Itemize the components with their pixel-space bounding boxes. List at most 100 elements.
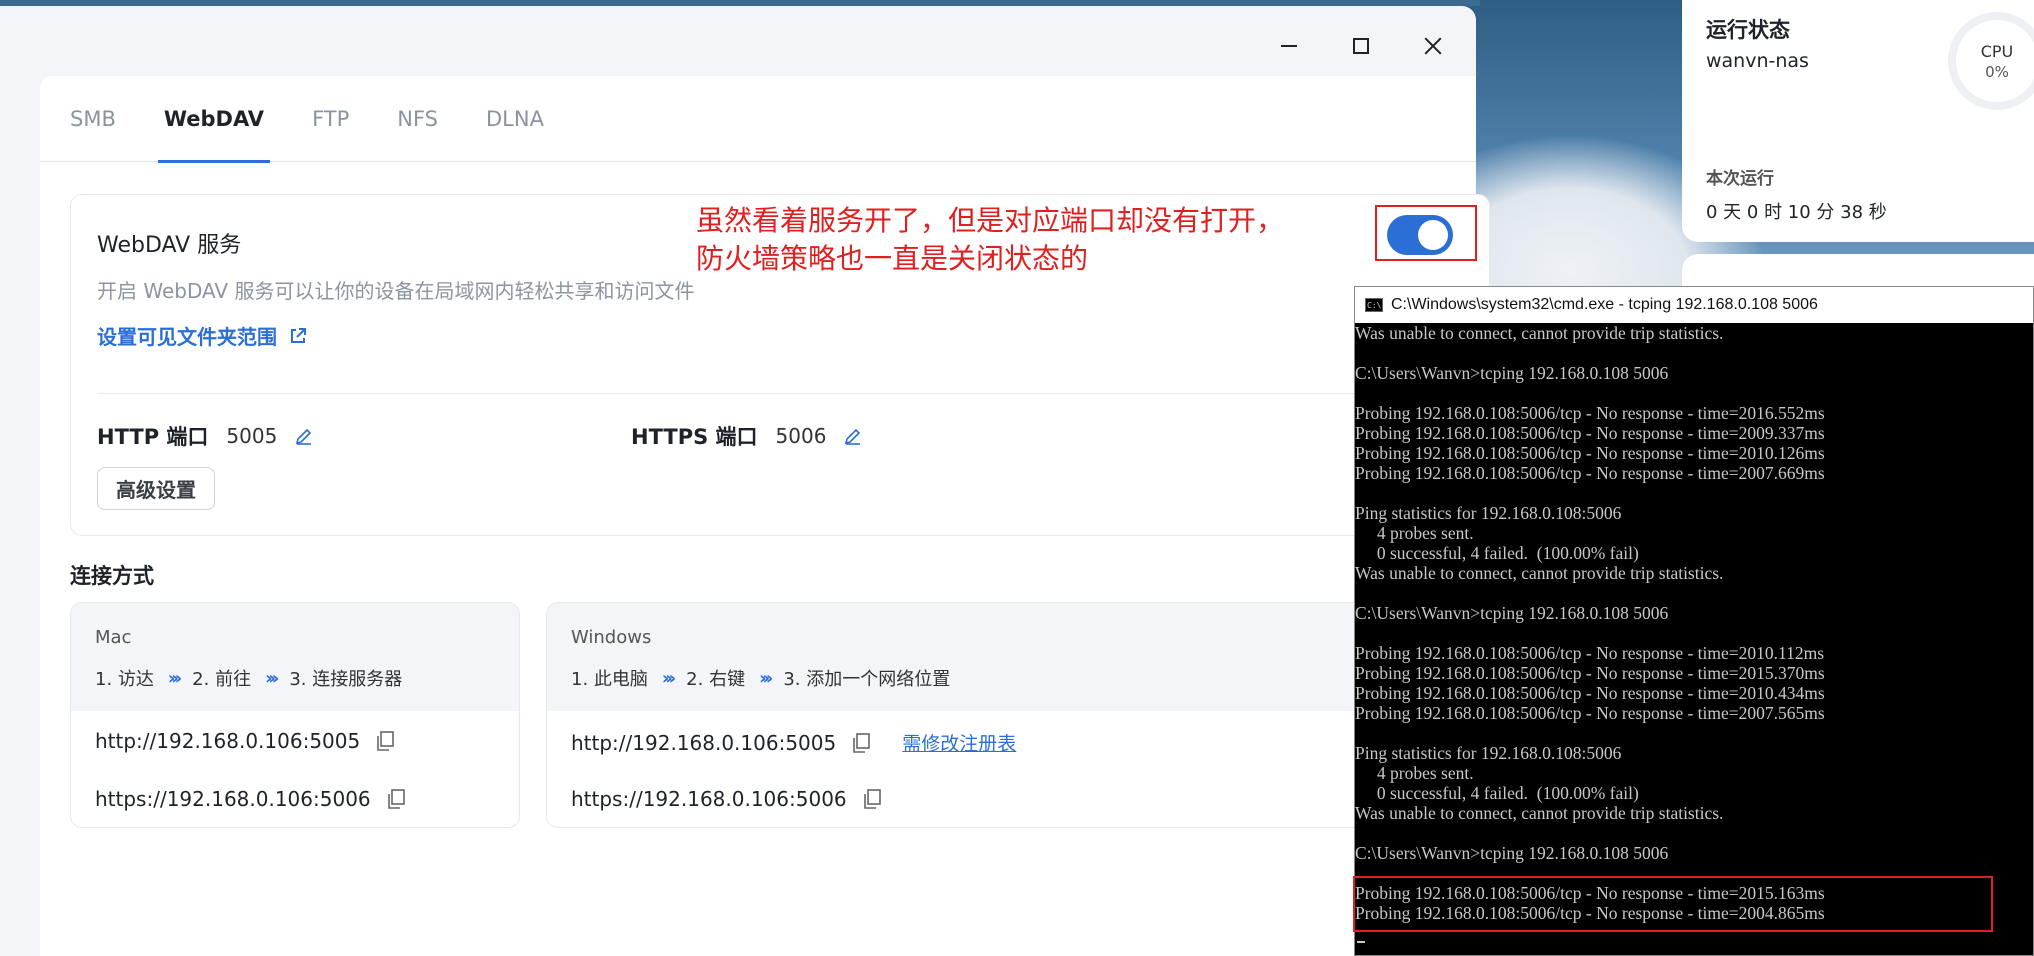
cmd-output-line: Was unable to connect, cannot provide tr… [1355, 323, 1724, 343]
close-icon [1424, 37, 1442, 55]
service-description: 开启 WebDAV 服务可以让你的设备在局域网内轻松共享和访问文件 [97, 279, 695, 303]
edit-http-port-icon[interactable] [295, 427, 313, 445]
red-annotation: 虽然看着服务开了，但是对应端口却没有打开， 防火墙策略也一直是关闭状态的 [696, 202, 1284, 278]
cmd-output[interactable]: Was unable to connect, cannot provide tr… [1355, 323, 2033, 955]
cmd-cursor [1357, 941, 1365, 943]
folder-scope-link[interactable]: 设置可见文件夹范围 [97, 321, 307, 350]
windows-step-2: 2. 右键 [686, 669, 746, 690]
copy-icon[interactable] [863, 789, 881, 809]
cmd-window: C:\ C:\Windows\system32\cmd.exe - tcping… [1353, 286, 2034, 956]
minimize-icon [1281, 45, 1297, 47]
mac-http-url: http://192.168.0.106:5005 [95, 729, 361, 753]
cmd-output-line: Probing 192.168.0.108:5006/tcp - No resp… [1355, 643, 1825, 663]
cmd-output-line [1355, 823, 2033, 843]
annotation-line-1: 虽然看着服务开了，但是对应端口却没有打开， [696, 204, 1285, 237]
cmd-red-highlight-box [1353, 876, 1993, 932]
widget-title: 运行状态 [1706, 18, 1790, 42]
https-port-label: HTTPS 端口 [631, 425, 758, 449]
cmd-output-line: Probing 192.168.0.108:5006/tcp - No resp… [1355, 403, 1825, 423]
copy-icon[interactable] [376, 731, 395, 751]
cmd-output-line: Probing 192.168.0.108:5006/tcp - No resp… [1355, 683, 1825, 703]
cmd-output-line: Ping statistics for 192.168.0.108:5006 [1355, 503, 1622, 523]
mac-card-header: Mac 1. 访达 ››› 2. 前往 ››› 3. 连接服务器 [71, 603, 519, 711]
cmd-output-line: Probing 192.168.0.108:5006/tcp - No resp… [1355, 423, 1825, 443]
uptime-value: 0 天 0 时 10 分 38 秒 [1706, 202, 1887, 223]
cmd-output-line [1355, 343, 2033, 363]
step-arrows-icon: ››› [759, 667, 773, 689]
cmd-output-line [1355, 383, 2033, 403]
advanced-settings-button[interactable]: 高级设置 [97, 467, 215, 510]
mac-http-url-row: http://192.168.0.106:5005 [95, 729, 395, 753]
cmd-output-line: 4 probes sent. [1355, 763, 1474, 783]
mac-connection-card: Mac 1. 访达 ››› 2. 前往 ››› 3. 连接服务器 http://… [70, 602, 520, 828]
cmd-output-line: C:\Users\Wanvn>tcping 192.168.0.108 5006 [1355, 843, 1669, 863]
window-controls [1268, 26, 1454, 66]
mac-os-label: Mac [95, 627, 132, 648]
service-divider [97, 393, 1489, 394]
mac-step-1: 1. 访达 [95, 669, 154, 690]
service-title: WebDAV 服务 [97, 233, 242, 258]
windows-http-url-row: http://192.168.0.106:5005 需修改注册表 [571, 729, 1016, 756]
cmd-output-line [1355, 623, 2033, 643]
copy-icon[interactable] [852, 732, 871, 753]
cmd-output-line: Was unable to connect, cannot provide tr… [1355, 803, 1724, 823]
widget-hostname: wanvn-nas [1706, 50, 1809, 72]
cmd-app-icon: C:\ [1365, 298, 1383, 312]
http-port-row: HTTP 端口 5005 [97, 421, 313, 451]
cmd-output-line [1355, 583, 2033, 603]
cmd-output-line: Probing 192.168.0.108:5006/tcp - No resp… [1355, 463, 1825, 483]
maximize-icon [1353, 38, 1369, 54]
cmd-output-line: Probing 192.168.0.108:5006/tcp - No resp… [1355, 703, 1825, 723]
edit-https-port-icon[interactable] [844, 427, 862, 445]
windows-https-url: https://192.168.0.106:5006 [571, 787, 847, 811]
tab-dlna[interactable]: DLNA [480, 76, 550, 162]
folder-scope-link-label: 设置可见文件夹范围 [97, 325, 277, 349]
step-arrows-icon: ››› [265, 667, 279, 689]
mac-https-url-row: https://192.168.0.106:5006 [95, 787, 405, 811]
registry-link[interactable]: 需修改注册表 [902, 729, 1016, 756]
mac-step-2: 2. 前往 [192, 669, 252, 690]
toggle-red-highlight-box [1375, 205, 1477, 261]
tab-webdav[interactable]: WebDAV [157, 76, 271, 163]
cpu-label: CPU [1980, 41, 2014, 61]
close-button[interactable] [1412, 26, 1454, 66]
windows-step-3: 3. 添加一个网络位置 [783, 669, 951, 690]
windows-https-url-row: https://192.168.0.106:5006 [571, 787, 881, 811]
https-port-value: 5006 [775, 424, 827, 448]
protocol-tabs: SMB WebDAV FTP NFS DLNA [40, 76, 1476, 163]
windows-connection-card: Windows 1. 此电脑 ››› 2. 右键 ››› 3. 添加一个网络位置… [546, 602, 1476, 828]
windows-steps: 1. 此电脑 ››› 2. 右键 ››› 3. 添加一个网络位置 [571, 665, 950, 691]
mac-https-url: https://192.168.0.106:5006 [95, 787, 371, 811]
cmd-output-line: 0 successful, 4 failed. (100.00% fail) [1355, 783, 1639, 803]
cmd-titlebar[interactable]: C:\ C:\Windows\system32\cmd.exe - tcping… [1355, 287, 2033, 323]
uptime-label: 本次运行 [1706, 169, 1774, 189]
connection-section-title: 连接方式 [70, 564, 154, 588]
http-port-value: 5005 [226, 424, 278, 448]
cmd-output-line [1355, 723, 2033, 743]
tab-ftp[interactable]: FTP [306, 76, 355, 162]
cmd-output-line: Probing 192.168.0.108:5006/tcp - No resp… [1355, 443, 1825, 463]
cmd-output-line: C:\Users\Wanvn>tcping 192.168.0.108 5006 [1355, 603, 1669, 623]
cmd-output-line: C:\Users\Wanvn>tcping 192.168.0.108 5006 [1355, 363, 1669, 383]
tab-nfs[interactable]: NFS [391, 76, 444, 162]
external-link-icon [291, 327, 306, 343]
windows-http-url: http://192.168.0.106:5005 [571, 730, 837, 755]
cmd-output-line: 0 successful, 4 failed. (100.00% fail) [1355, 543, 1639, 563]
cmd-output-line: Probing 192.168.0.108:5006/tcp - No resp… [1355, 663, 1825, 683]
cpu-value: 0% [1985, 62, 2009, 81]
step-arrows-icon: ››› [167, 667, 182, 689]
step-arrows-icon: ››› [661, 667, 676, 689]
copy-icon[interactable] [387, 789, 405, 809]
maximize-button[interactable] [1340, 26, 1382, 66]
cmd-output-line: Was unable to connect, cannot provide tr… [1355, 563, 1724, 583]
webdav-settings-window: SMB WebDAV FTP NFS DLNA WebDAV 服务 开启 Web… [0, 6, 1490, 956]
mac-steps: 1. 访达 ››› 2. 前往 ››› 3. 连接服务器 [95, 665, 402, 691]
cmd-output-line: Ping statistics for 192.168.0.108:5006 [1355, 743, 1622, 763]
tab-smb[interactable]: SMB [64, 76, 122, 162]
cmd-output-line: 4 probes sent. [1355, 523, 1474, 543]
annotation-line-2: 防火墙策略也一直是关闭状态的 [696, 242, 1089, 275]
minimize-button[interactable] [1268, 26, 1310, 66]
http-port-label: HTTP 端口 [97, 425, 209, 449]
cpu-gauge: CPU 0% [1948, 12, 2034, 110]
run-status-widget: 运行状态 wanvn-nas CPU 0% 本次运行 0 天 0 时 10 分 … [1682, 0, 2034, 242]
